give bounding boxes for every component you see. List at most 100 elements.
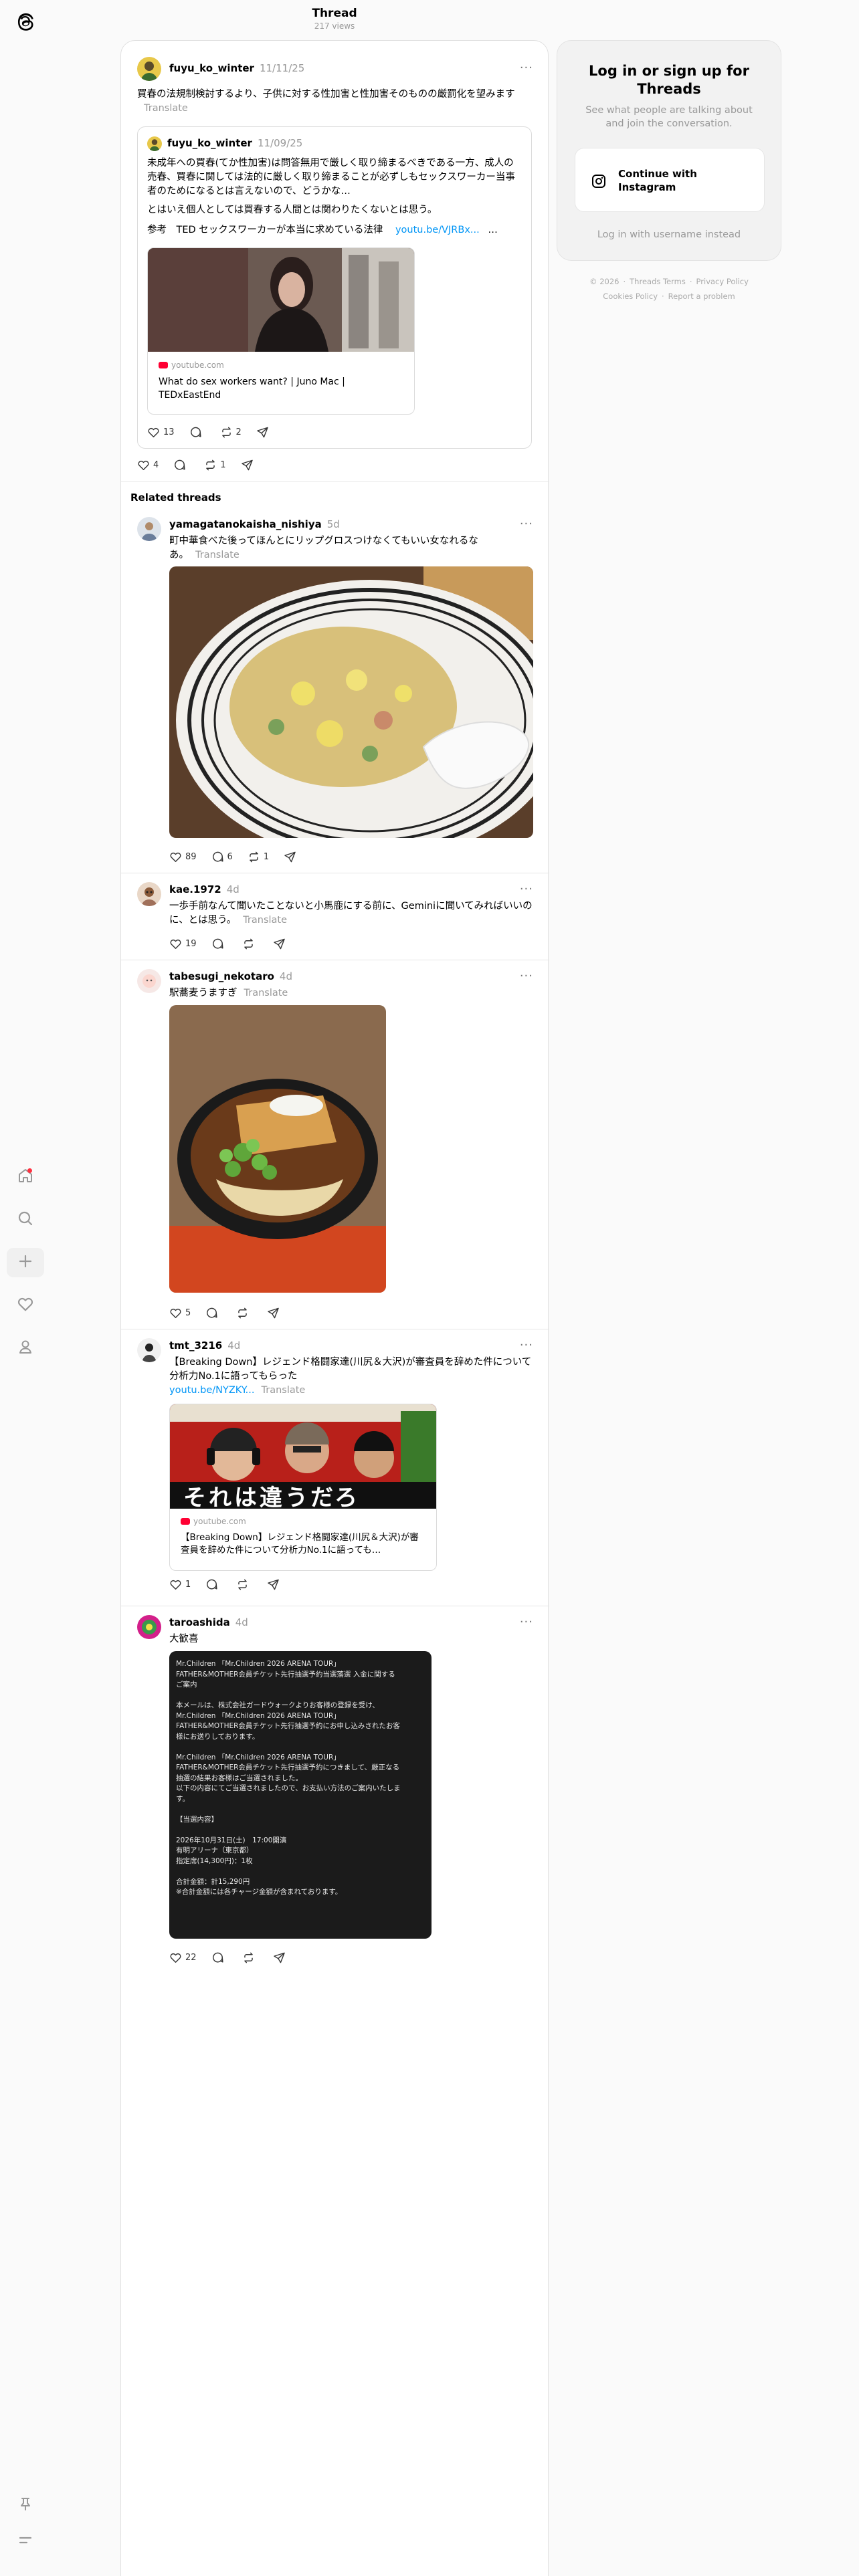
like-button[interactable]: 4	[137, 459, 159, 471]
like-button[interactable]: 89	[169, 851, 197, 863]
like-button[interactable]: 13	[147, 426, 175, 439]
email-line: Mr.Children 「Mr.Children 2026 ARENA TOUR…	[176, 1753, 341, 1761]
share-button[interactable]	[267, 1307, 283, 1319]
reply-button[interactable]	[173, 459, 189, 471]
username[interactable]: fuyu_ko_winter	[167, 137, 252, 149]
notification-dot	[27, 1168, 32, 1173]
reply-button[interactable]	[211, 938, 227, 950]
avatar[interactable]	[147, 136, 162, 151]
menu-icon	[17, 2531, 34, 2551]
username[interactable]: fuyu_ko_winter	[169, 62, 254, 74]
view-count: 217 views	[314, 21, 355, 31]
thread-column: fuyu_ko_winter 11/11/25 ··· 買春の法規制検討するより、…	[120, 40, 549, 2576]
more-icon[interactable]: ···	[520, 1338, 533, 1352]
related-post[interactable]: kae.1972 4d ··· 一歩手前なんて聞いたことないと小馬鹿にする前に、G…	[121, 873, 549, 960]
share-button[interactable]	[273, 938, 289, 950]
username-login-link[interactable]: Log in with username instead	[557, 229, 781, 240]
like-button[interactable]: 22	[169, 1951, 197, 1964]
nav-profile[interactable]	[0, 1329, 51, 1367]
share-button[interactable]	[241, 459, 257, 471]
nav-activity[interactable]	[0, 1287, 51, 1324]
email-line: 以下の内容にてご当選されましたので、お支払い方法のご案内いたしま	[176, 1784, 401, 1792]
continue-with-instagram-button[interactable]: Continue with Instagram	[575, 148, 765, 212]
nav-home[interactable]	[0, 1158, 51, 1196]
nav-pin[interactable]	[0, 2486, 51, 2524]
copyright: © 2026	[589, 277, 619, 286]
post-age: 5d	[326, 518, 340, 530]
like-button[interactable]: 1	[169, 1578, 191, 1591]
reply-button[interactable]: 6	[211, 851, 233, 863]
translate-link[interactable]: Translate	[244, 988, 288, 998]
avatar[interactable]	[137, 882, 161, 906]
nav-search[interactable]	[0, 1201, 51, 1239]
more-icon[interactable]: ···	[520, 1615, 533, 1629]
username[interactable]: taroashida	[169, 1616, 230, 1628]
post-text: 町中華食べた後ってほんとにリップグロスつけなくてもいい女なれるな	[169, 536, 478, 546]
post-image-email-screenshot[interactable]: Mr.Children 「Mr.Children 2026 ARENA TOUR…	[169, 1651, 432, 1939]
repost-button[interactable]	[236, 1307, 252, 1319]
translate-link[interactable]: Translate	[243, 915, 287, 926]
translate-link[interactable]: Translate	[195, 550, 240, 560]
footer-links-2: Cookies Policy · Report a problem	[603, 292, 735, 301]
report-link[interactable]: Report a problem	[668, 292, 735, 301]
related-post[interactable]: tmt_3216 4d ··· 【Breaking Down】レジェンド格闘家達(…	[121, 1329, 549, 1606]
share-button[interactable]	[256, 426, 272, 439]
terms-link[interactable]: Threads Terms	[630, 277, 686, 286]
threads-logo-icon[interactable]	[12, 8, 39, 35]
search-icon	[17, 1210, 34, 1230]
reference-link[interactable]: youtu.be/VJRBx...	[395, 225, 480, 235]
repost-button[interactable]: 1	[204, 459, 226, 471]
avatar[interactable]	[137, 517, 161, 541]
email-line: 様にお送りしております。	[176, 1732, 260, 1741]
related-post[interactable]: tabesugi_nekotaro 4d ··· 駅蕎麦うますぎ Translate…	[121, 960, 549, 1369]
link-preview-card[interactable]: それは違うだろ youtube.com 【Breaking Down】レジェンド…	[169, 1404, 437, 1571]
like-button[interactable]: 19	[169, 938, 197, 950]
repost-button[interactable]	[242, 1951, 258, 1964]
cookies-link[interactable]: Cookies Policy	[603, 292, 658, 301]
like-button[interactable]: 5	[169, 1307, 191, 1319]
related-post[interactable]: yamagatanokaisha_nishiya 5d ··· 町中華食べた後って…	[121, 509, 549, 913]
nav-menu[interactable]	[0, 2523, 51, 2560]
share-button[interactable]	[284, 851, 300, 863]
quoted-post[interactable]: fuyu_ko_winter 11/09/25 未成年への買春(てか性加害)は問答…	[137, 126, 532, 449]
share-button[interactable]	[273, 1951, 289, 1964]
post-text: 大歓喜	[169, 1634, 199, 1644]
username[interactable]: tmt_3216	[169, 1339, 222, 1352]
repost-button[interactable]	[242, 938, 258, 950]
reply-button[interactable]	[205, 1578, 221, 1591]
avatar[interactable]	[137, 969, 161, 993]
repost-button[interactable]: 2	[220, 426, 242, 439]
translate-link[interactable]: Translate	[144, 103, 188, 114]
username[interactable]: kae.1972	[169, 883, 221, 895]
like-count: 22	[185, 1952, 197, 1963]
reply-icon	[189, 426, 202, 439]
post-age: 4d	[226, 883, 240, 895]
reply-button[interactable]	[205, 1307, 221, 1319]
avatar[interactable]	[137, 1615, 161, 1639]
post-link[interactable]: youtu.be/NYZKY...	[169, 1385, 255, 1396]
privacy-link[interactable]: Privacy Policy	[696, 277, 749, 286]
username[interactable]: yamagatanokaisha_nishiya	[169, 518, 322, 530]
post-image-fried-rice[interactable]	[169, 566, 533, 838]
more-icon[interactable]: ···	[520, 969, 533, 983]
reply-button[interactable]	[189, 426, 205, 439]
more-icon[interactable]: ···	[520, 882, 533, 896]
post-date[interactable]: 11/11/25	[260, 62, 304, 74]
translate-link[interactable]: Translate	[262, 1385, 306, 1396]
repost-button[interactable]	[236, 1578, 252, 1591]
avatar[interactable]	[137, 57, 161, 81]
related-post[interactable]: taroashida 4d ··· 大歓喜 Mr.Children 「Mr.Chi…	[121, 1606, 549, 1953]
more-icon[interactable]: ···	[520, 61, 533, 75]
reply-button[interactable]	[211, 1951, 227, 1964]
username[interactable]: tabesugi_nekotaro	[169, 970, 274, 982]
post-image-soba[interactable]	[169, 1005, 386, 1293]
see-more[interactable]: …	[488, 225, 498, 235]
link-preview-card[interactable]: youtube.com What do sex workers want? | …	[147, 247, 415, 415]
more-icon[interactable]: ···	[520, 517, 533, 531]
avatar[interactable]	[137, 1338, 161, 1362]
reply-icon	[211, 938, 224, 950]
share-button[interactable]	[267, 1578, 283, 1591]
thumbnail-caption: それは違うだろ	[183, 1485, 360, 1509]
repost-button[interactable]: 1	[248, 851, 269, 863]
nav-create[interactable]	[7, 1248, 44, 1277]
